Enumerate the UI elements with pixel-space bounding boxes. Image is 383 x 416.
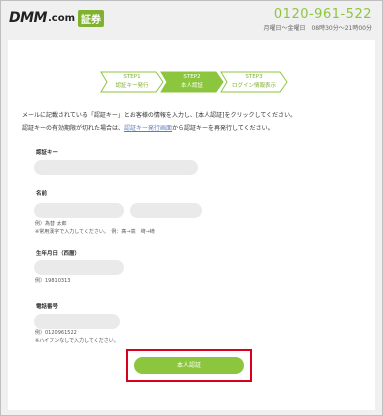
intro-line-1: メールに記載されている「認証キー」とお客様の情報を入力し、[本人認証]をクリック… <box>22 112 297 119</box>
auth-key-reissue-link[interactable]: 認証キー発行画面 <box>124 125 172 132</box>
intro-line-2-before: 認証キーの有効期限が切れた場合は、 <box>22 125 125 132</box>
intro-line-2: 認証キーの有効期限が切れた場合は、認証キー発行画面から認証キーを再発行してくださ… <box>22 123 274 132</box>
logo-badge: 証券 <box>78 9 105 27</box>
birthdate-hint: 例）19810313 <box>35 278 71 284</box>
auth-key-input[interactable] <box>34 160 198 175</box>
phone-hint-note: ※ハイフンなしで入力してください。 <box>35 338 119 344</box>
step-2-current: STEP2 本人認証 <box>160 71 224 93</box>
last-name-input[interactable] <box>34 203 124 218</box>
step-2-label: 本人認証 <box>180 83 203 89</box>
support-hours: 月曜日～金曜日 08時30分～21時00分 <box>263 25 372 32</box>
step-1: STEP1 認証キー発行 <box>100 71 164 93</box>
step-3-label: ログイン情報表示 <box>231 83 276 89</box>
submit-highlight-frame: 本人認証 <box>126 349 252 382</box>
verify-identity-button[interactable]: 本人認証 <box>134 357 244 374</box>
first-name-input[interactable] <box>130 203 202 218</box>
name-hint-note: ※常用漢字で入力してください。 例：髙→高 﨑→崎 <box>35 229 155 235</box>
form-card: STEP1 認証キー発行 STEP2 本人認証 STEP3 ログイン情報表示 メ… <box>8 40 375 410</box>
birthdate-input[interactable] <box>34 260 124 275</box>
birthdate-label: 生年月日（西暦） <box>36 251 81 257</box>
logo-dmm-text: DMM <box>9 10 47 26</box>
name-hint-example: 例）為替 太郎 <box>35 221 67 227</box>
support-phone: 0120-961-522 <box>273 7 372 22</box>
intro-line-2-after: から認証キーを再発行してください。 <box>172 125 274 132</box>
step-1-label: 認証キー発行 <box>115 83 149 89</box>
dmm-securities-logo[interactable]: DMM .com 証券 <box>9 9 105 27</box>
auth-key-label: 認証キー <box>36 150 59 156</box>
step-3-number: STEP3 <box>245 74 263 80</box>
page-frame: DMM .com 証券 0120-961-522 月曜日～金曜日 08時30分～… <box>0 0 383 416</box>
phone-hint-example: 例）0120961522 <box>35 330 77 336</box>
step-1-number: STEP1 <box>123 74 141 80</box>
phone-input[interactable] <box>34 314 120 329</box>
name-label: 名前 <box>36 191 48 197</box>
header: DMM .com 証券 0120-961-522 月曜日～金曜日 08時30分～… <box>1 1 382 39</box>
step-2-number: STEP2 <box>183 74 201 80</box>
step-3: STEP3 ログイン情報表示 <box>220 71 288 93</box>
phone-label: 電話番号 <box>36 304 59 310</box>
logo-com-text: .com <box>47 12 76 24</box>
